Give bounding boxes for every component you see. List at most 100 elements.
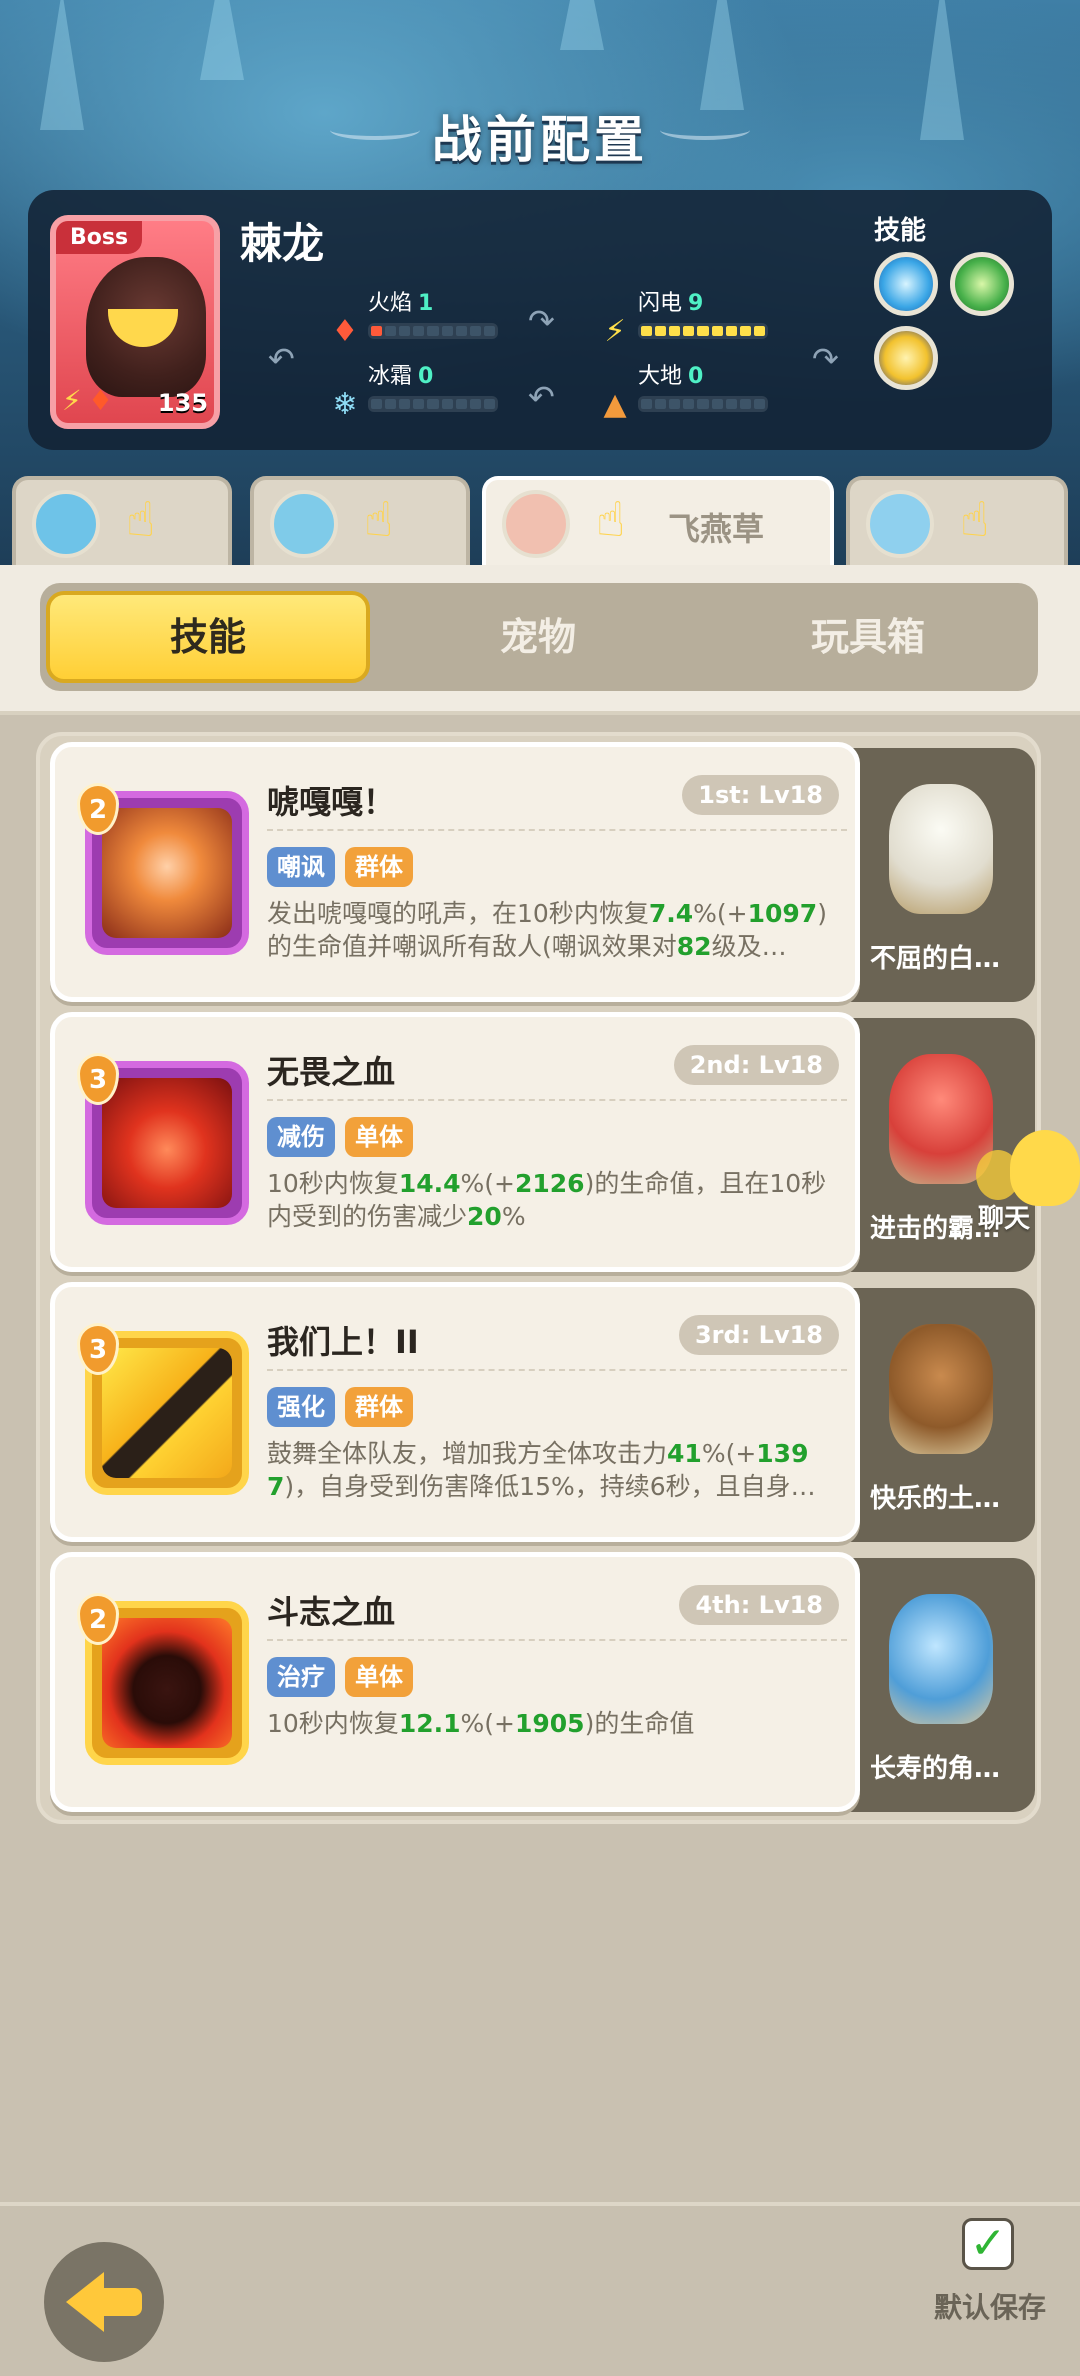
skill-description: 发出唬嘎嘎的吼声，在10秒内恢复7.4%(+1097)的生命值并嘲讽所有敌人(嘲… [267,897,847,997]
stat-label: 冰霜 0 [368,364,434,389]
skill-card[interactable]: 3 无畏之血 2nd: Lv18 减伤 单体 10秒内恢复14.4%(+2126… [50,1012,860,1272]
stat-bar [638,396,768,412]
back-arrow-icon [66,2272,104,2332]
category-tab-band: 技能 宠物 玩具箱 [0,565,1080,715]
avatar [270,490,338,558]
stat-segment [399,399,411,409]
pet-slot[interactable]: 不屈的白… [835,748,1035,1002]
boss-level: 135 [157,389,208,417]
team-tab-1[interactable]: ☝ [12,476,232,568]
skill-card[interactable]: 3 我们上！II 3rd: Lv18 强化 群体 鼓舞全体队友，增加我方全体攻击… [50,1282,860,1542]
tap-hand-icon: ☝ [960,492,990,548]
highlight-value: 41 [667,1439,702,1468]
checkbox-checked-icon[interactable]: ✓ [962,2218,1014,2270]
divider [267,1099,847,1101]
back-arrow-shaft [100,2288,142,2316]
yellow-moon-icon[interactable] [874,326,938,390]
skill-row: 长寿的角… 2 斗志之血 4th: Lv18 治疗 单体 10秒内恢复12.1%… [50,1552,1035,1816]
stat-segment [725,399,737,409]
skill-list: 不屈的白… 2 唬嘎嘎！ 1st: Lv18 嘲讽 群体 发出唬嘎嘎的吼声，在1… [36,732,1041,1824]
stat-fire: ♦ 火焰 1 [328,285,528,355]
description-text: % [501,1202,526,1231]
pet-slot[interactable]: 快乐的土… [835,1288,1035,1542]
cycle-arrow-icon: ↶ [528,378,555,416]
highlight-value: 14.4 [398,1169,461,1198]
tab-toybox[interactable]: 玩具箱 [706,591,1030,683]
stat-segment [469,399,481,409]
stat-segment [441,326,453,336]
description-text: %(+ [460,1709,515,1738]
beaver-pet-icon [889,1324,993,1454]
stat-segment [641,399,653,409]
stat-segment [455,399,467,409]
cycle-arrow-icon: ↷ [812,340,839,378]
skill-title: 斗志之血 [267,1593,396,1631]
skill-level-pill: 1st: Lv18 [682,775,839,815]
stat-segment [669,399,681,409]
skill-tag: 单体 [345,1657,413,1697]
description-text: 级及… [711,932,787,961]
stat-segment [385,326,397,336]
description-text: )的生命值 [584,1709,695,1738]
stat-segment [683,399,695,409]
fire-icon: ♦ [88,384,114,417]
skill-description: 10秒内恢复12.1%(+1905)的生命值 [267,1707,847,1807]
tap-hand-icon: ☝ [364,492,394,548]
stat-segment [655,326,667,336]
skill-tag: 群体 [345,1387,413,1427]
stat-segment [483,399,495,409]
boss-name: 棘龙 [240,219,325,268]
stat-segment [413,399,425,409]
boss-badge: Boss [56,221,143,254]
stat-segment [697,326,709,336]
team-tab-3[interactable]: ☝ 飞燕草 [482,476,834,568]
fire-icon: ♦ [331,314,359,349]
skill-level-pill: 4th: Lv18 [679,1585,839,1625]
stat-earth: ▲ 大地 0 [598,358,798,428]
tab-skills[interactable]: 技能 [46,591,370,683]
stat-label: 闪电 9 [638,291,704,316]
goat-pet-icon [889,784,993,914]
skill-card[interactable]: 2 唬嘎嘎！ 1st: Lv18 嘲讽 群体 发出唬嘎嘎的吼声，在10秒内恢复7… [50,742,860,1002]
crystal-decor [560,0,604,50]
stat-segment [739,326,751,336]
stat-segment [371,326,383,336]
ice-burst-icon[interactable] [874,252,938,316]
chat-smiley-icon[interactable] [1010,1130,1080,1206]
team-tab-2[interactable]: ☝ [250,476,470,568]
skill-title: 无畏之血 [267,1053,396,1091]
boss-card[interactable]: Boss ⚡ ♦ 135 [50,215,220,429]
fighting-blood-icon [102,1618,232,1748]
category-tabs: 技能 宠物 玩具箱 [40,583,1038,691]
stat-segment [753,326,765,336]
stat-segment [711,326,723,336]
chat-label[interactable]: 聊天 [978,1198,1030,1235]
pet-name: 不屈的白… [869,944,1000,974]
back-button[interactable] [44,2242,164,2362]
avatar [502,490,570,558]
bottom-bar: ✓ 默认保存 [0,2202,1080,2376]
blood-drop-icon [102,1078,232,1208]
stat-segment [427,326,439,336]
skill-tag: 减伤 [267,1117,335,1157]
highlight-value: 12.1 [398,1709,461,1738]
tab-pets[interactable]: 宠物 [376,591,700,683]
skill-card[interactable]: 2 斗志之血 4th: Lv18 治疗 单体 10秒内恢复12.1%(+1905… [50,1552,860,1812]
skill-row: 快乐的土… 3 我们上！II 3rd: Lv18 强化 群体 鼓舞全体队友，增加… [50,1282,1035,1546]
snowflake-icon: ❄ [332,387,358,422]
highlight-value: 7.4 [648,899,694,928]
green-scroll-icon[interactable] [950,252,1014,316]
boss-skills-label: 技能 [874,216,927,246]
description-text: 10秒内恢复 [267,1709,399,1738]
stat-segment [669,326,681,336]
team-tab-4[interactable]: ☝ [846,476,1068,568]
default-save-label[interactable]: 默认保存 [934,2286,1046,2326]
divider [267,829,847,831]
pet-slot[interactable]: 长寿的角… [835,1558,1035,1812]
stat-label: 火焰 1 [368,291,434,316]
skill-tag: 群体 [345,847,413,887]
team-member-name: 飞燕草 [668,510,765,548]
roar-warrior-icon [102,808,232,938]
page-title: 战前配置 [432,111,648,169]
stat-segment [427,399,439,409]
